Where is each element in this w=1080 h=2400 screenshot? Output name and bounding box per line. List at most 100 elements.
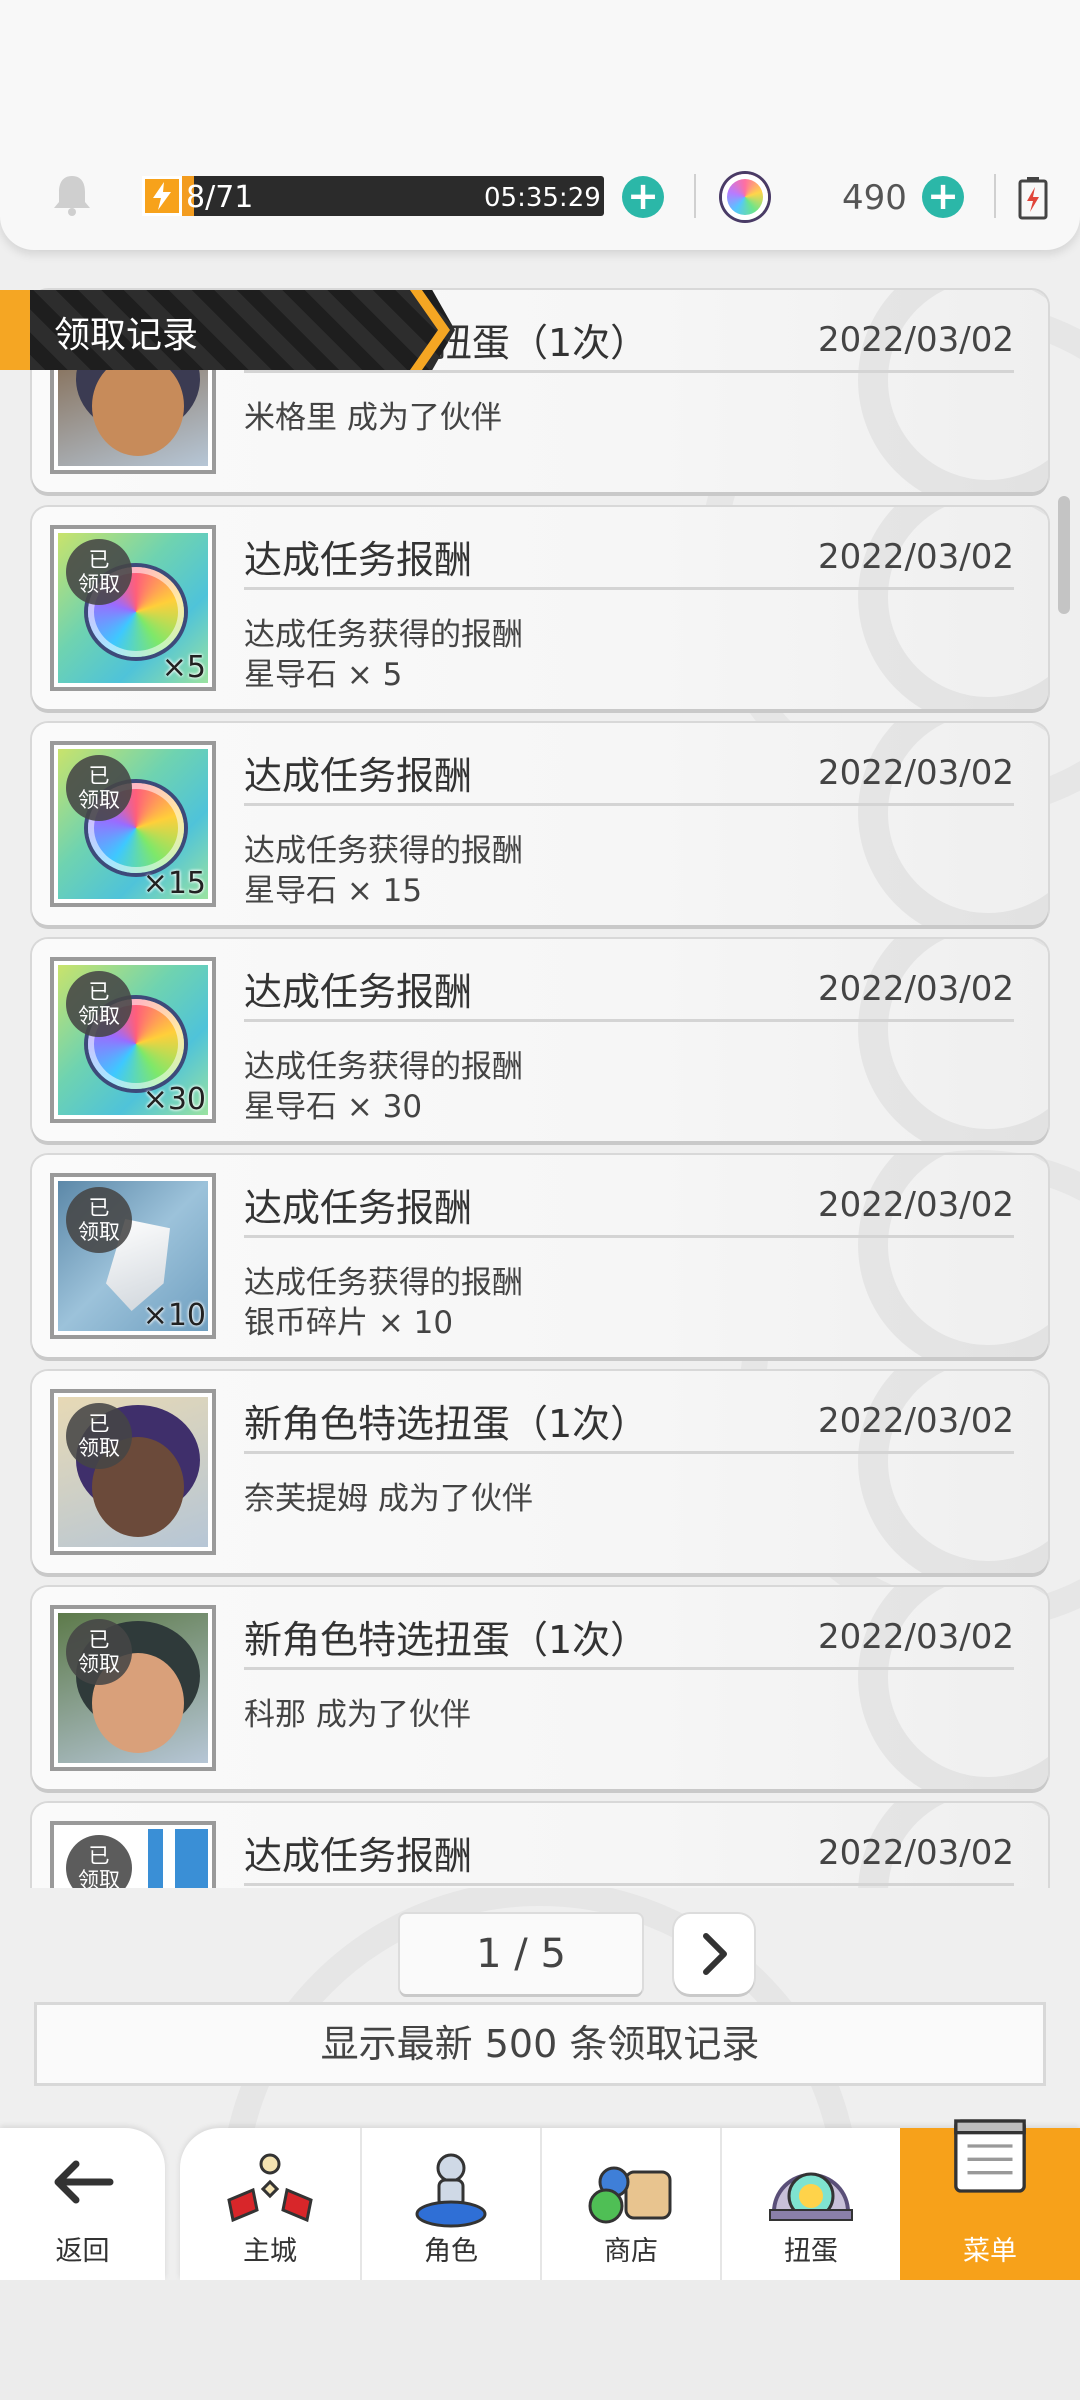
gem-count: 490 — [842, 178, 907, 218]
stamina-count: 8/71 — [186, 180, 254, 215]
record-title: 新角色特选扭蛋（1次） — [244, 1618, 649, 1662]
back-label: 返回 — [55, 2236, 110, 2267]
claimed-badge-line: 已 — [88, 548, 110, 572]
nav-label: 角色 — [424, 2236, 478, 2267]
record-thumbnail: ×30 已领取 — [50, 957, 216, 1123]
divider — [244, 1019, 1014, 1022]
claimed-badge-line: 已 — [88, 1628, 110, 1652]
divider — [244, 1235, 1014, 1238]
record-date: 2022/03/02 — [818, 1401, 1014, 1441]
claimed-badge-line: 已 — [88, 1412, 110, 1436]
claimed-badge-line: 领取 — [78, 1868, 120, 1888]
stamina-timer: 05:35:29 — [484, 183, 601, 213]
nav-label: 商店 — [604, 2236, 658, 2267]
section-title: 领取记录 — [54, 315, 199, 356]
claimed-badge-line: 已 — [88, 980, 110, 1004]
record-date: 2022/03/02 — [818, 1833, 1014, 1873]
record-description: 达成任务获得的报酬 — [244, 617, 523, 653]
claimed-badge: 已领取 — [66, 1619, 132, 1685]
record-card[interactable]: ×15 已领取 达成任务报酬 2022/03/02 达成任务获得的报酬 星导石 × 15 — [32, 723, 1048, 925]
add-gems-button[interactable]: + — [922, 176, 964, 218]
claimed-badge-line: 领取 — [78, 572, 120, 596]
bell-icon[interactable] — [50, 172, 94, 218]
record-list[interactable]: 新角色特选扭蛋（1次）2022/03/02米格里 成为了伙伴×5已领取达成任务报… — [0, 250, 1080, 1888]
record-reward: 星导石 × 30 — [244, 1089, 423, 1125]
nav-label: 菜单 — [963, 2236, 1017, 2267]
quantity-label: ×5 — [161, 650, 206, 685]
record-card[interactable]: ×5 已领取 达成任务报酬 2022/03/02 达成任务获得的报酬 星导石 × 5 — [32, 507, 1048, 709]
divider — [244, 587, 1014, 590]
record-reward: 银币碎片 × 10 — [244, 1305, 454, 1341]
nav-label: 扭蛋 — [784, 2236, 838, 2267]
record-card[interactable]: ×10 已领取 达成任务报酬 2022/03/02 达成任务获得的报酬 银币碎片 × 10 — [32, 1155, 1048, 1357]
rainbow-orb-icon — [722, 174, 768, 220]
claimed-badge-line: 已 — [88, 764, 110, 788]
add-stamina-button[interactable]: + — [622, 176, 664, 218]
plus-icon: + — [627, 174, 659, 218]
record-description: 科那 成为了伙伴 — [244, 1697, 471, 1733]
divider — [244, 1883, 1014, 1886]
banner-accent — [0, 290, 30, 370]
nav-item-character[interactable]: 角色 — [360, 2128, 540, 2280]
claimed-badge-line: 领取 — [78, 1004, 120, 1028]
record-card[interactable]: 已领取 新角色特选扭蛋（1次） 2022/03/02 科那 成为了伙伴 — [32, 1587, 1048, 1789]
quantity-label: ×30 — [142, 1082, 206, 1117]
status-header: 8/71 05:35:29 + 490 + — [0, 0, 1080, 250]
plus-icon: + — [927, 174, 959, 218]
nav-item-menu[interactable]: 菜单 — [900, 2119, 1080, 2280]
record-date: 2022/03/02 — [818, 753, 1014, 793]
record-card[interactable]: 已领取 新角色特选扭蛋（1次） 2022/03/02 奈芙提姆 成为了伙伴 — [32, 1371, 1048, 1573]
divider — [244, 1667, 1014, 1670]
record-title: 达成任务报酬 — [244, 970, 473, 1014]
claimed-badge: 已领取 — [66, 971, 132, 1037]
record-date: 2022/03/02 — [818, 1185, 1014, 1225]
chevron-right-icon — [703, 1933, 727, 1975]
lightning-icon — [142, 176, 182, 216]
record-thumbnail: 已领取 — [50, 1605, 216, 1771]
record-description: 奈芙提姆 成为了伙伴 — [244, 1481, 533, 1517]
record-description: 达成任务获得的报酬 — [244, 833, 523, 869]
record-date: 2022/03/02 — [818, 1617, 1014, 1657]
record-description: 达成任务获得的报酬 — [244, 1265, 523, 1301]
claimed-badge-line: 领取 — [78, 1652, 120, 1676]
record-thumbnail: 已领取 — [50, 1821, 216, 1888]
record-date: 2022/03/02 — [818, 320, 1014, 360]
record-card[interactable]: 已领取 达成任务报酬 2022/03/02 — [32, 1803, 1048, 1888]
records-note: 显示最新 500 条领取记录 — [34, 2002, 1046, 2086]
record-thumbnail: ×10 已领取 — [50, 1173, 216, 1339]
claimed-badge-line: 已 — [88, 1196, 110, 1220]
divider — [244, 370, 1014, 373]
nav-item-gacha[interactable]: 扭蛋 — [720, 2128, 900, 2280]
castle-icon — [227, 2153, 313, 2223]
record-title: 达成任务报酬 — [244, 1186, 473, 1230]
record-date: 2022/03/02 — [818, 537, 1014, 577]
claimed-badge-line: 领取 — [78, 1220, 120, 1244]
divider — [244, 803, 1014, 806]
record-description: 达成任务获得的报酬 — [244, 1049, 523, 1085]
record-thumbnail: 已领取 — [50, 1389, 216, 1555]
record-card[interactable]: ×30 已领取 达成任务报酬 2022/03/02 达成任务获得的报酬 星导石 × 30 — [32, 939, 1048, 1141]
back-button[interactable]: 返回 — [0, 2128, 165, 2280]
record-title: 达成任务报酬 — [244, 1834, 473, 1878]
divider — [244, 1451, 1014, 1454]
scrollbar[interactable] — [1058, 496, 1070, 614]
claimed-badge-line: 领取 — [78, 1436, 120, 1460]
divider — [994, 174, 996, 218]
claimed-badge-line: 领取 — [78, 788, 120, 812]
claimed-badge: 已领取 — [66, 1403, 132, 1469]
nav-item-shop[interactable]: 商店 — [540, 2128, 720, 2280]
record-title: 新角色特选扭蛋（1次） — [244, 1402, 649, 1446]
record-thumbnail: ×5 已领取 — [50, 525, 216, 691]
nav-label: 主城 — [243, 2236, 297, 2267]
battery-icon — [1018, 177, 1048, 220]
portrait-face — [92, 356, 184, 456]
claimed-badge: 已领取 — [66, 1187, 132, 1253]
page-indicator: 1 / 5 — [400, 1914, 642, 1994]
nav-item-castle[interactable]: 主城 — [180, 2128, 360, 2280]
record-reward: 星导石 × 15 — [244, 873, 423, 909]
quantity-label: ×15 — [142, 866, 206, 901]
quantity-label: ×10 — [142, 1298, 206, 1333]
next-page-button[interactable] — [674, 1914, 754, 1994]
system-nav-area — [0, 2280, 1080, 2400]
record-date: 2022/03/02 — [818, 969, 1014, 1009]
